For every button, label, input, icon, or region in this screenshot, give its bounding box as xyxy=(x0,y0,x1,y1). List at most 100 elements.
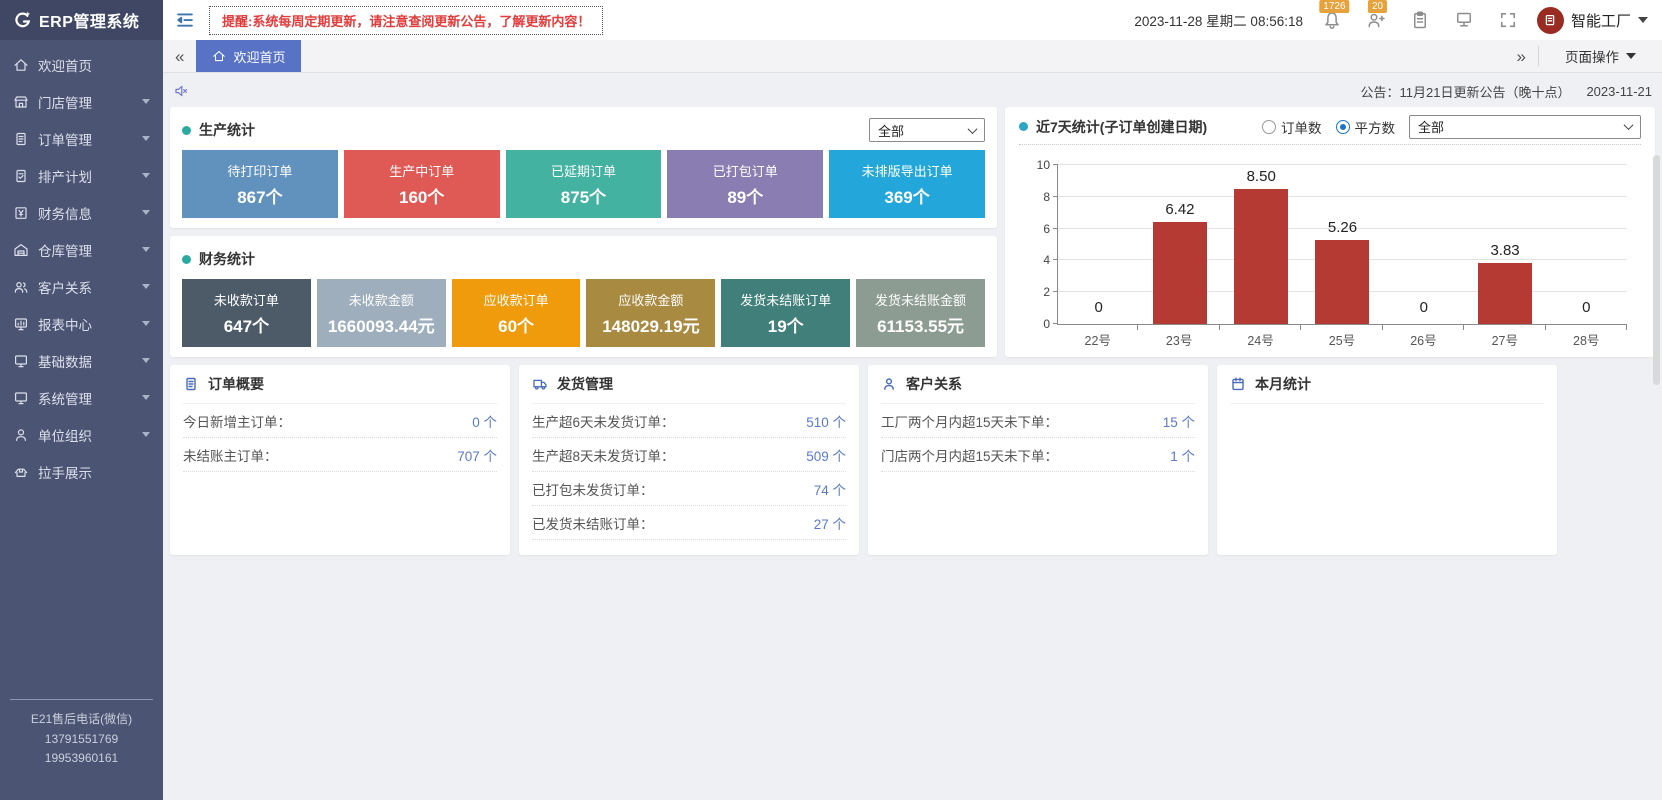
summary-row-label: 生产超6天未发货订单： xyxy=(532,411,675,431)
bar-slot: 0 xyxy=(1383,165,1464,324)
notifications-button[interactable]: 1726 xyxy=(1317,0,1347,40)
summary-row: 生产超6天未发货订单： 510 个 xyxy=(532,404,846,438)
sidebar-item[interactable]: 系统管理 xyxy=(0,379,163,416)
chevron-down-icon xyxy=(142,247,150,252)
production-stats-panel: 生产统计 全部 待打印订单 867个 生产中订单 160个 已延期订单 875个… xyxy=(170,107,997,228)
contacts-badge: 20 xyxy=(1368,0,1387,13)
panel-icon xyxy=(532,376,548,392)
sidebar-item[interactable]: 排产计划 xyxy=(0,157,163,194)
bar-value-label: 0 xyxy=(1058,299,1139,316)
summary-panel-title: 发货管理 xyxy=(557,374,613,394)
summary-row-label: 生产超8天未发货订单： xyxy=(532,445,675,465)
sidebar-item[interactable]: 财务信息 xyxy=(0,194,163,231)
summary-row: 工厂两个月内超15天未下单： 15 个 xyxy=(881,404,1195,438)
sidebar-item-label: 客户关系 xyxy=(38,277,92,297)
summary-row-value[interactable]: 510 个 xyxy=(806,411,846,431)
stat-card[interactable]: 未排版导出订单 369个 xyxy=(829,150,985,218)
summary-row-value[interactable]: 0 个 xyxy=(472,411,497,431)
speaker-mute-icon[interactable] xyxy=(173,83,189,99)
menu-icon xyxy=(13,131,29,147)
chevron-down-icon xyxy=(142,173,150,178)
production-filter-select[interactable]: 全部 xyxy=(869,118,985,142)
stat-card[interactable]: 发货未结账金额 61153.55元 xyxy=(856,279,985,347)
sidebar-item[interactable]: 基础数据 xyxy=(0,342,163,379)
stat-card-value: 60个 xyxy=(498,312,534,337)
footer-line: 13791551769 xyxy=(10,730,153,749)
chevron-down-icon xyxy=(1624,120,1634,130)
sidebar-item[interactable]: 仓库管理 xyxy=(0,231,163,268)
datetime-text: 2023-11-28 星期二 08:56:18 xyxy=(1134,10,1303,30)
menu-icon xyxy=(13,464,29,480)
stat-card[interactable]: 未收款订单 647个 xyxy=(182,279,311,347)
bar-value-label: 6.42 xyxy=(1139,201,1220,218)
sidebar-item[interactable]: 门店管理 xyxy=(0,83,163,120)
summary-row-value[interactable]: 27 个 xyxy=(814,513,846,533)
screen-button[interactable] xyxy=(1449,0,1479,40)
page-actions-dropdown[interactable]: 页面操作 xyxy=(1551,46,1650,66)
radio-checked-icon xyxy=(1336,120,1350,134)
top-header: 提醒:系统每周定期更新，请注意查阅更新公告，了解更新内容！ 2023-11-28… xyxy=(163,0,1662,40)
stat-card[interactable]: 已打包订单 89个 xyxy=(667,150,823,218)
sidebar-item[interactable]: 单位组织 xyxy=(0,416,163,453)
y-tick-label: 2 xyxy=(1043,285,1050,299)
tasks-button[interactable] xyxy=(1405,0,1435,40)
production-cards: 待打印订单 867个 生产中订单 160个 已延期订单 875个 已打包订单 8… xyxy=(182,150,985,218)
app-logo: ERP管理系统 xyxy=(0,0,163,40)
sidebar-item[interactable]: 欢迎首页 xyxy=(0,46,163,83)
radio-order-count[interactable]: 订单数 xyxy=(1262,117,1322,137)
footer-line: E21售后电话(微信) xyxy=(10,710,153,729)
fullscreen-icon xyxy=(1498,10,1518,30)
stat-card-value: 89个 xyxy=(727,183,763,208)
tabs-scroll-left[interactable]: « xyxy=(175,48,184,65)
tabs-scroll-right[interactable]: » xyxy=(1517,48,1526,65)
page-actions-label: 页面操作 xyxy=(1565,46,1619,66)
scrollbar[interactable] xyxy=(1653,155,1660,385)
sidebar-item[interactable]: 客户关系 xyxy=(0,268,163,305)
summary-panel-title: 订单概要 xyxy=(208,374,264,394)
contacts-button[interactable]: 20 xyxy=(1361,0,1391,40)
stat-card-value: 369个 xyxy=(884,183,929,208)
stat-card[interactable]: 已延期订单 875个 xyxy=(506,150,662,218)
summary-row: 已发货未结账订单： 27 个 xyxy=(532,506,846,540)
bar xyxy=(1315,240,1369,324)
summary-row-value[interactable]: 707 个 xyxy=(457,445,497,465)
sidebar-item[interactable]: 拉手展示 xyxy=(0,453,163,490)
summary-row-value[interactable]: 1 个 xyxy=(1170,445,1195,465)
chart-filter-select[interactable]: 全部 xyxy=(1409,115,1641,139)
stat-card[interactable]: 待打印订单 867个 xyxy=(182,150,338,218)
fullscreen-button[interactable] xyxy=(1493,0,1523,40)
tab-welcome-home[interactable]: 欢迎首页 xyxy=(196,40,301,72)
panel-icon xyxy=(1230,376,1246,392)
section-dot xyxy=(1019,122,1028,131)
summary-row-value[interactable]: 74 个 xyxy=(814,479,846,499)
sidebar-item-label: 单位组织 xyxy=(38,425,92,445)
sidebar: ERP管理系统 欢迎首页 门店管理 订单管理 排产计划 财务信息 仓库管理 客户… xyxy=(0,0,163,800)
sidebar-item-label: 财务信息 xyxy=(38,203,92,223)
menu-icon xyxy=(13,205,29,221)
announcement-text[interactable]: 公告：11月21日更新公告（晚十点） xyxy=(1360,82,1570,101)
chart-xlabels: 22号23号24号25号26号27号28号 xyxy=(1057,325,1627,349)
summary-row-value[interactable]: 509 个 xyxy=(806,445,846,465)
sidebar-collapse-icon[interactable] xyxy=(175,10,195,30)
user-menu[interactable]: 智能工厂 xyxy=(1537,7,1648,34)
stat-card[interactable]: 生产中订单 160个 xyxy=(344,150,500,218)
footer-line: 19953960161 xyxy=(10,749,153,768)
stat-card-value: 867个 xyxy=(237,183,282,208)
radio-square-count[interactable]: 平方数 xyxy=(1336,117,1396,137)
stat-card[interactable]: 未收款金额 1660093.44元 xyxy=(317,279,446,347)
summary-panel: 发货管理 生产超6天未发货订单： 510 个 生产超8天未发货订单： 509 个… xyxy=(519,365,859,555)
menu-icon xyxy=(13,353,29,369)
sidebar-item[interactable]: 报表中心 xyxy=(0,305,163,342)
stat-card[interactable]: 应收款金额 148029.19元 xyxy=(586,279,715,347)
sidebar-item[interactable]: 订单管理 xyxy=(0,120,163,157)
stat-card[interactable]: 发货未结账订单 19个 xyxy=(721,279,850,347)
production-title: 生产统计 xyxy=(199,120,255,140)
stat-card[interactable]: 应收款订单 60个 xyxy=(452,279,581,347)
summary-row: 未结账主订单： 707 个 xyxy=(183,438,497,472)
x-tick-label: 22号 xyxy=(1057,325,1138,349)
stat-card-label: 未收款订单 xyxy=(214,290,279,309)
summary-row-value[interactable]: 15 个 xyxy=(1163,411,1195,431)
chevron-down-icon xyxy=(142,99,150,104)
logo-icon xyxy=(12,10,32,30)
bar-slot: 3.83 xyxy=(1464,165,1545,324)
